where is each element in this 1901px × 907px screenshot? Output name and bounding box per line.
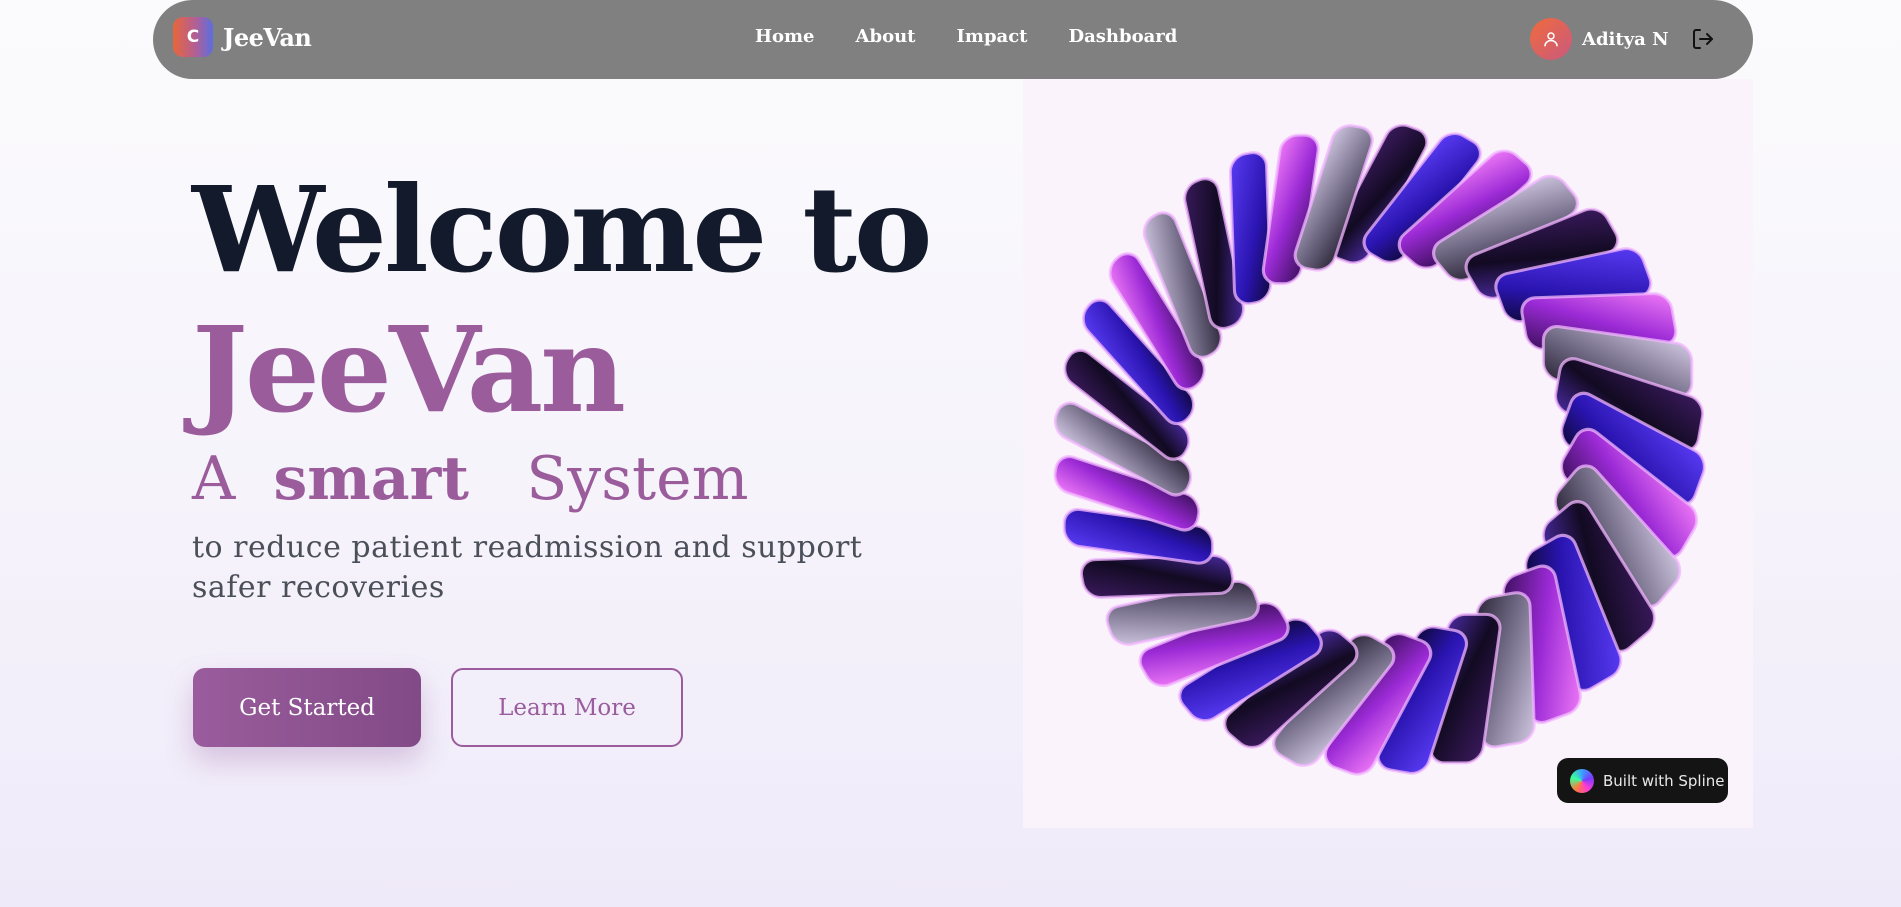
avatar (1530, 18, 1572, 60)
nav-link-home[interactable]: Home (755, 26, 815, 47)
user-name: Aditya N (1582, 28, 1669, 50)
tagline-a: A (192, 444, 236, 514)
user-icon (1544, 32, 1558, 47)
spline-badge-label: Built with Spline (1603, 771, 1725, 790)
nav-link-impact[interactable]: Impact (956, 26, 1027, 47)
logout-icon[interactable] (1691, 27, 1715, 51)
built-with-spline-badge[interactable]: Built with Spline (1557, 758, 1728, 803)
spline-logo-icon (1570, 768, 1594, 793)
tagline: A smart System (192, 444, 749, 514)
tagline-system: System (526, 444, 749, 514)
ring-blade (1228, 151, 1273, 306)
navbar: C JeeVan Home About Impact Dashboard Adi… (153, 0, 1753, 79)
ring-illustration (1053, 123, 1706, 776)
learn-more-button[interactable]: Learn More (451, 668, 683, 747)
nav-links: Home About Impact Dashboard (755, 26, 1218, 47)
logo-icon: C (173, 17, 213, 57)
ring-blade (1079, 553, 1235, 600)
hero-title-line1: Welcome to (192, 160, 933, 299)
hero-title-line2: JeeVan (192, 300, 626, 439)
spline-3d-scene[interactable] (1023, 79, 1753, 828)
nav-link-dashboard[interactable]: Dashboard (1068, 26, 1177, 47)
tagline-smart: smart (273, 444, 469, 514)
user-profile[interactable]: Aditya N (1530, 18, 1669, 60)
hero-subtitle: to reduce patient readmission and suppor… (192, 530, 863, 605)
nav-link-about[interactable]: About (856, 26, 916, 47)
brand[interactable]: C JeeVan (173, 17, 312, 57)
get-started-button[interactable]: Get Started (193, 668, 421, 747)
brand-name: JeeVan (223, 22, 312, 52)
